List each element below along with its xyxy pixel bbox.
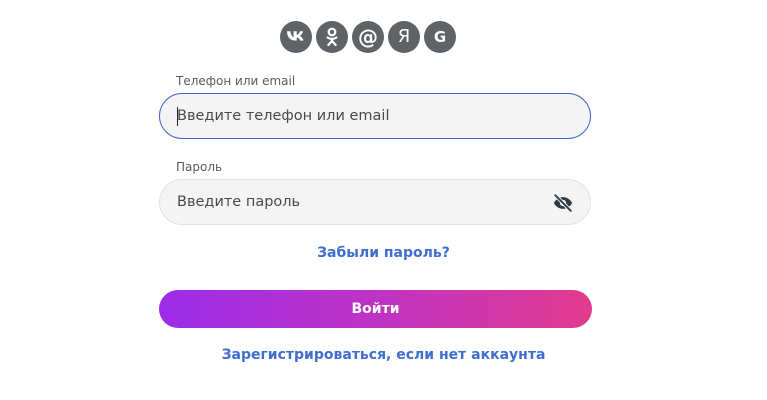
yandex-icon: Я — [397, 26, 411, 47]
vk-icon — [286, 30, 306, 44]
login-field-label: Телефон или email — [176, 74, 296, 88]
vk-login-button[interactable] — [280, 21, 312, 53]
login-page: @ Я G Телефон или email Пароль Забыли па… — [0, 0, 767, 400]
login-input[interactable] — [177, 94, 547, 138]
register-link[interactable]: Зарегистрироваться, если нет аккаунта — [222, 347, 546, 363]
eye-off-icon[interactable] — [552, 192, 574, 214]
register-row: Зарегистрироваться, если нет аккаунта — [0, 347, 767, 363]
forgot-password-link[interactable]: Забыли пароль? — [317, 245, 450, 261]
password-field — [159, 179, 591, 225]
login-field — [159, 93, 591, 139]
password-input[interactable] — [177, 180, 547, 224]
google-icon: G — [433, 27, 447, 46]
text-caret — [177, 107, 178, 126]
yandex-login-button[interactable]: Я — [388, 21, 420, 53]
at-sign-icon: @ — [358, 25, 378, 49]
google-login-button[interactable]: G — [424, 21, 456, 53]
odnoklassniki-login-button[interactable] — [316, 21, 348, 53]
mailru-login-button[interactable]: @ — [352, 21, 384, 53]
forgot-password-row: Забыли пароль? — [0, 245, 767, 261]
password-field-label: Пароль — [176, 160, 223, 174]
social-login-row: @ Я G — [280, 21, 472, 57]
login-submit-button[interactable]: Войти — [159, 290, 592, 328]
odnoklassniki-icon — [325, 27, 339, 47]
